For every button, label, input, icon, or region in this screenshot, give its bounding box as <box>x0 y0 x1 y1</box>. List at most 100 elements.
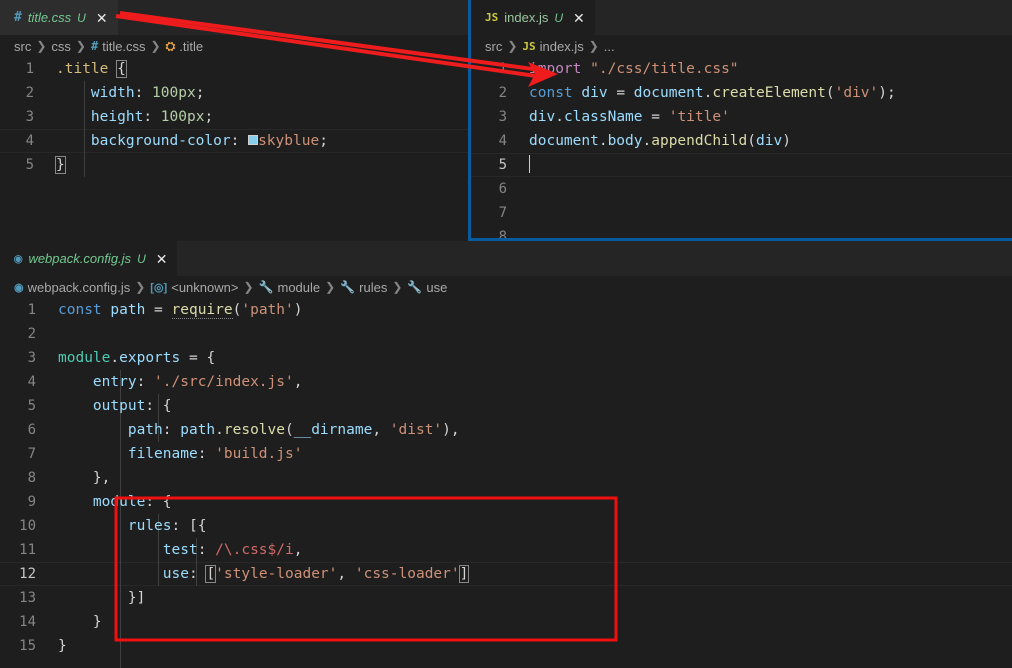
tab-label: title.css <box>27 10 72 25</box>
breadcrumb-label: <unknown> <box>171 279 239 295</box>
tab-webpack-config-js[interactable]: ◉ webpack.config.js U ✕ <box>0 241 178 276</box>
token-variable: path <box>110 302 146 318</box>
token-property: path <box>127 422 163 438</box>
token-punct: , <box>337 566 347 582</box>
breadcrumb-item-use[interactable]: 🔧 use <box>407 280 447 295</box>
color-swatch-icon[interactable] <box>248 135 259 145</box>
line-number: 7 <box>27 446 36 462</box>
token-object: document <box>633 85 704 101</box>
token-string: 'path' <box>241 302 294 318</box>
token-string: 'div' <box>834 85 879 101</box>
breadcrumb-label: use <box>426 279 448 295</box>
tab-status-badge: U <box>554 10 563 25</box>
close-icon[interactable]: ✕ <box>573 11 585 25</box>
code-line: 2 <box>0 322 1012 346</box>
line-number: 14 <box>19 614 36 630</box>
line-number: 12 <box>19 566 36 582</box>
close-icon[interactable]: ✕ <box>96 11 108 25</box>
breadcrumb-item-unknown[interactable]: [◎] <unknown> <box>150 280 238 295</box>
line-number: 3 <box>27 350 36 366</box>
code-line: 8 <box>471 225 1012 238</box>
code-line: 10 rules: [{ <box>0 514 1012 538</box>
css-selector-icon: ⛭ <box>165 38 176 53</box>
token-string: 'title' <box>668 109 730 125</box>
chevron-right-icon: ❯ <box>36 39 47 53</box>
chevron-right-icon: ❯ <box>75 39 86 53</box>
token-property: entry <box>92 374 137 390</box>
chevron-right-icon: ❯ <box>135 280 146 294</box>
tab-status-badge: U <box>77 10 86 25</box>
breadcrumb-item-symbol[interactable]: ⛭ .title <box>166 39 203 54</box>
tab-label: index.js <box>504 10 549 25</box>
token-property: module <box>92 494 146 510</box>
close-icon[interactable]: ✕ <box>156 252 168 266</box>
token-value: 100px <box>152 85 196 101</box>
token-property: rules <box>127 518 172 534</box>
code-line: 3 height: 100px; <box>0 105 468 129</box>
token-bracket-close: ] <box>458 565 470 583</box>
token-value: 100px <box>160 109 205 125</box>
vscode-window: # title.css U ✕ src ❯ css ❯ # title.css … <box>0 0 1012 668</box>
breadcrumb-item-symbol[interactable]: ... <box>604 39 615 54</box>
breadcrumb-item-file[interactable]: JS index.js <box>522 39 583 54</box>
code-line: 4 background-color: skyblue; <box>0 129 468 153</box>
breadcrumb-item-rules[interactable]: 🔧 rules <box>340 280 387 295</box>
breadcrumb-item-src[interactable]: src <box>485 39 502 54</box>
code-line: 4 entry: './src/index.js', <box>0 370 1012 394</box>
code-line-active: 12 use: ['style-loader', 'css-loader'] <box>0 562 1012 586</box>
property-symbol-icon: 🔧 <box>407 280 423 294</box>
module-symbol-icon: [◎] <box>150 281 168 294</box>
token-variable: div <box>581 85 608 101</box>
code-line: 5 output: { <box>0 394 1012 418</box>
breadcrumb-item-file[interactable]: # title.css <box>91 39 146 54</box>
code-line: 6 <box>471 177 1012 201</box>
code-editor-index-js[interactable]: 1 import "./css/title.css" 2 const div =… <box>471 57 1012 238</box>
token-punct: } <box>92 614 102 630</box>
line-number: 8 <box>27 470 36 486</box>
code-line: 2 width: 100px; <box>0 81 468 105</box>
code-line: 1 const path = require('path') <box>0 298 1012 322</box>
breadcrumb-label: webpack.config.js <box>27 279 131 295</box>
js-file-icon: JS <box>485 11 499 24</box>
tab-status-badge: U <box>137 251 146 266</box>
token-argument: div <box>756 133 783 149</box>
js-file-icon: JS <box>522 39 536 53</box>
tab-bar-empty-left <box>117 0 468 35</box>
code-editor-title-css[interactable]: 1 .title { 2 width: 100px; 3 height: 100… <box>0 57 468 177</box>
breadcrumb-item-module[interactable]: 🔧 module <box>259 280 321 295</box>
line-number: 2 <box>25 85 34 101</box>
breadcrumb-item-file[interactable]: ◉ webpack.config.js <box>14 280 130 295</box>
token-object: module <box>58 350 111 366</box>
token-string: "./css/title.css" <box>590 61 739 77</box>
code-editor-webpack-config[interactable]: 1 const path = require('path') 2 3 modul… <box>0 298 1012 668</box>
token-property: exports <box>119 350 181 366</box>
token-operator: = <box>651 109 660 125</box>
code-line: 7 filename: 'build.js' <box>0 442 1012 466</box>
token-keyword: const <box>529 85 573 101</box>
line-number: 5 <box>25 157 34 173</box>
line-number: 5 <box>498 157 507 173</box>
breadcrumb-item-src[interactable]: src <box>14 39 31 54</box>
token-string: 'css-loader' <box>354 566 460 582</box>
text-cursor <box>529 155 530 173</box>
breadcrumb-item-css[interactable]: css <box>51 39 71 54</box>
chevron-right-icon: ❯ <box>507 39 518 53</box>
token-property: filename <box>127 446 198 462</box>
token-brace: } <box>55 156 66 174</box>
tab-title-css[interactable]: # title.css U ✕ <box>0 0 118 35</box>
breadcrumb-label: css <box>51 38 71 54</box>
breadcrumb-label: src <box>485 38 503 54</box>
token-bracket-open: [ <box>205 565 217 583</box>
tab-bar-left: # title.css U ✕ <box>0 0 468 35</box>
token-property: output <box>92 398 146 414</box>
token-brace: { <box>206 350 216 366</box>
breadcrumb-label: .title <box>179 38 204 54</box>
token-function: require <box>171 302 233 319</box>
tab-index-js[interactable]: JS index.js U ✕ <box>471 0 595 35</box>
token-property: test <box>162 542 198 558</box>
token-property: width <box>90 85 135 101</box>
code-line: 2 const div = document.createElement('di… <box>471 81 1012 105</box>
chevron-right-icon: ❯ <box>243 280 254 294</box>
line-number: 4 <box>25 133 34 149</box>
token-operator: = <box>616 85 626 101</box>
